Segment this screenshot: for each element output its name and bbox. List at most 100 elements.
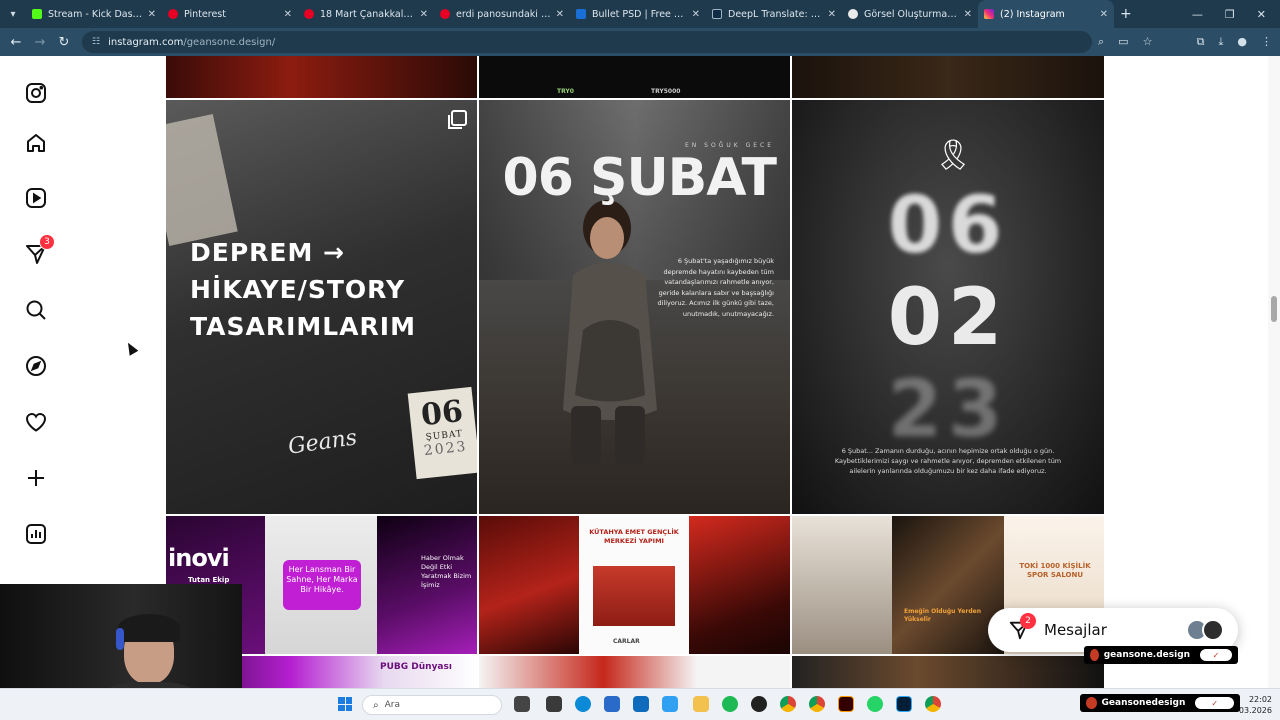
date-month: 02 bbox=[887, 273, 1009, 363]
stream-follow-label: geansone.design ✓ bbox=[1084, 646, 1238, 664]
zoom-icon[interactable]: ⌕ bbox=[1098, 35, 1104, 49]
scrollbar-thumb[interactable] bbox=[1271, 296, 1277, 322]
verified-check-icon: ✓ bbox=[1195, 697, 1234, 709]
post-06-02-23[interactable]: 🎗 06 02 23 6 Şubat... Zamanın durduğu, a… bbox=[792, 100, 1104, 514]
inovi-panel-right: Haber Olmak Değil Etki Yaratmak Bizim İş… bbox=[377, 516, 477, 654]
bookmark-star-icon[interactable]: ☆ bbox=[1143, 35, 1153, 49]
post-tile[interactable] bbox=[166, 56, 477, 98]
system-clock[interactable]: 22:02 03.2026 bbox=[1239, 694, 1272, 716]
recent-chat-avatars bbox=[1186, 619, 1224, 641]
menu-icon[interactable]: ⋮ bbox=[1261, 35, 1272, 49]
post-tile[interactable] bbox=[792, 56, 1104, 98]
inovi-card: Her Lansman Bir Sahne, Her Marka Bir Hik… bbox=[283, 560, 361, 610]
forward-icon[interactable]: → bbox=[28, 35, 52, 50]
post-tile[interactable] bbox=[479, 656, 790, 688]
close-tab-icon[interactable]: ✕ bbox=[284, 9, 292, 20]
taskbar-search-placeholder: Ara bbox=[384, 700, 400, 710]
illustrator-icon[interactable] bbox=[838, 696, 854, 712]
pubg-label: PUBG Dünyası bbox=[380, 662, 452, 672]
tab-gorsel[interactable]: Görsel Oluşturma Talebi ✕ bbox=[842, 0, 978, 28]
post-06-subat[interactable]: EN SOĞUK GECE 06 ŞUBAT 6 Şubat'ta yaşadı… bbox=[479, 100, 790, 514]
post-carlar[interactable]: KÜTAHYA EMET GENÇLİK MERKEZİ YAPIMI CARL… bbox=[479, 516, 790, 654]
profile-avatar[interactable]: ● bbox=[1237, 35, 1247, 49]
notifications-icon[interactable] bbox=[23, 409, 49, 435]
chrome-icon[interactable] bbox=[780, 696, 796, 712]
home-icon[interactable] bbox=[23, 130, 49, 156]
url-actions: ⌕ ▭ ☆ bbox=[1098, 35, 1152, 49]
page-scrollbar[interactable] bbox=[1268, 56, 1280, 688]
obs-icon[interactable] bbox=[751, 696, 767, 712]
tab-pinterest[interactable]: Pinterest ✕ bbox=[162, 0, 298, 28]
clock-date: 03.2026 bbox=[1238, 706, 1272, 715]
close-tab-icon[interactable]: ✕ bbox=[964, 9, 972, 20]
reels-icon[interactable] bbox=[23, 185, 49, 211]
chrome-icon[interactable] bbox=[809, 696, 825, 712]
app-icon[interactable] bbox=[546, 696, 562, 712]
windows-start-icon[interactable] bbox=[338, 697, 352, 711]
stream-label-name: Geansonedesign bbox=[1101, 698, 1186, 708]
explore-icon[interactable] bbox=[23, 353, 49, 379]
calendar-page: 06 ŞUBAT 2023 bbox=[407, 386, 477, 480]
address-bar-row: ← → ↻ ☷ instagram.com/geansone.design/ ⌕… bbox=[0, 28, 1280, 56]
price-max: TRY5000 bbox=[651, 88, 681, 95]
taskbar-search[interactable]: ⌕ Ara bbox=[362, 695, 502, 715]
tab-title: Görsel Oluşturma Talebi bbox=[864, 8, 960, 20]
tab-bullet-psd[interactable]: Bullet PSD | Free downlo ✕ bbox=[570, 0, 706, 28]
close-window-icon[interactable]: ✕ bbox=[1257, 8, 1266, 21]
tab-search-icon[interactable]: ▾ bbox=[0, 0, 26, 28]
back-icon[interactable]: ← bbox=[4, 35, 28, 50]
close-tab-icon[interactable]: ✕ bbox=[692, 9, 700, 20]
carousel-icon bbox=[448, 110, 467, 129]
post-tile[interactable] bbox=[792, 656, 1104, 688]
minimize-icon[interactable]: — bbox=[1192, 8, 1203, 21]
stream-label-name: geansone.design bbox=[1103, 650, 1191, 660]
photoshop-icon[interactable] bbox=[896, 696, 912, 712]
create-icon[interactable] bbox=[23, 465, 49, 491]
maximize-icon[interactable]: ❐ bbox=[1225, 8, 1235, 21]
close-tab-icon[interactable]: ✕ bbox=[148, 9, 156, 20]
whatsapp-icon[interactable] bbox=[867, 696, 883, 712]
tab-canakkale[interactable]: 18 Mart Çanakkale Zaferi ✕ bbox=[298, 0, 434, 28]
outlook-icon[interactable] bbox=[633, 696, 649, 712]
app-icon[interactable] bbox=[662, 696, 678, 712]
subat-body: 6 Şubat'ta yaşadığımız büyük depremde ha… bbox=[657, 257, 774, 318]
tab-title: Stream - Kick Dashboard bbox=[48, 8, 144, 20]
chrome-icon[interactable] bbox=[925, 696, 941, 712]
spotify-icon[interactable] bbox=[722, 696, 738, 712]
download-icon[interactable]: ⤓ bbox=[1219, 35, 1224, 49]
instagram-logo-icon[interactable] bbox=[23, 80, 49, 106]
search-icon[interactable] bbox=[23, 297, 49, 323]
edge-icon[interactable] bbox=[575, 696, 591, 712]
post-tile[interactable]: TRY0 TRY5000 bbox=[479, 56, 790, 98]
inovi-brand: inovi bbox=[168, 544, 230, 572]
toolbar-actions: ⧉ ⤓ ● ⋮ bbox=[1197, 35, 1272, 49]
messages-badge: 3 bbox=[39, 234, 55, 250]
task-view-icon[interactable] bbox=[514, 696, 530, 712]
tab-kick[interactable]: Stream - Kick Dashboard ✕ bbox=[26, 0, 162, 28]
post-deprem-story[interactable]: DEPREM → HİKAYE/STORY TASARIMLARIM 06 ŞU… bbox=[166, 100, 477, 514]
cast-icon[interactable]: ▭ bbox=[1118, 35, 1128, 49]
tab-erdi-pin[interactable]: erdi panosundaki Pin ✕ bbox=[434, 0, 570, 28]
close-tab-icon[interactable]: ✕ bbox=[1100, 9, 1108, 20]
site-info-icon[interactable]: ☷ bbox=[92, 37, 100, 47]
building-render bbox=[593, 566, 675, 626]
tab-title: (2) Instagram bbox=[1000, 8, 1065, 20]
reload-icon[interactable]: ↻ bbox=[52, 35, 76, 50]
messages-icon[interactable]: 3 bbox=[23, 234, 55, 267]
close-tab-icon[interactable]: ✕ bbox=[420, 9, 428, 20]
dashboard-icon[interactable] bbox=[23, 521, 49, 547]
toki-panel-left bbox=[792, 516, 892, 654]
url-input[interactable]: ☷ instagram.com/geansone.design/ bbox=[82, 31, 1092, 53]
new-tab-icon[interactable]: + bbox=[1120, 6, 1132, 22]
torn-paper bbox=[166, 114, 238, 246]
tab-title: erdi panosundaki Pin bbox=[456, 8, 552, 20]
headline-line: DEPREM → bbox=[190, 238, 346, 267]
extensions-icon[interactable]: ⧉ bbox=[1197, 35, 1205, 49]
file-explorer-icon[interactable] bbox=[693, 696, 709, 712]
tab-instagram[interactable]: (2) Instagram ✕ bbox=[978, 0, 1114, 28]
close-tab-icon[interactable]: ✕ bbox=[828, 9, 836, 20]
tab-deepl[interactable]: DeepL Translate: The wor ✕ bbox=[706, 0, 842, 28]
browser-tab-bar: ▾ Stream - Kick Dashboard ✕ Pinterest ✕ 18… bbox=[0, 0, 1280, 28]
close-tab-icon[interactable]: ✕ bbox=[556, 9, 564, 20]
store-icon[interactable] bbox=[604, 696, 620, 712]
